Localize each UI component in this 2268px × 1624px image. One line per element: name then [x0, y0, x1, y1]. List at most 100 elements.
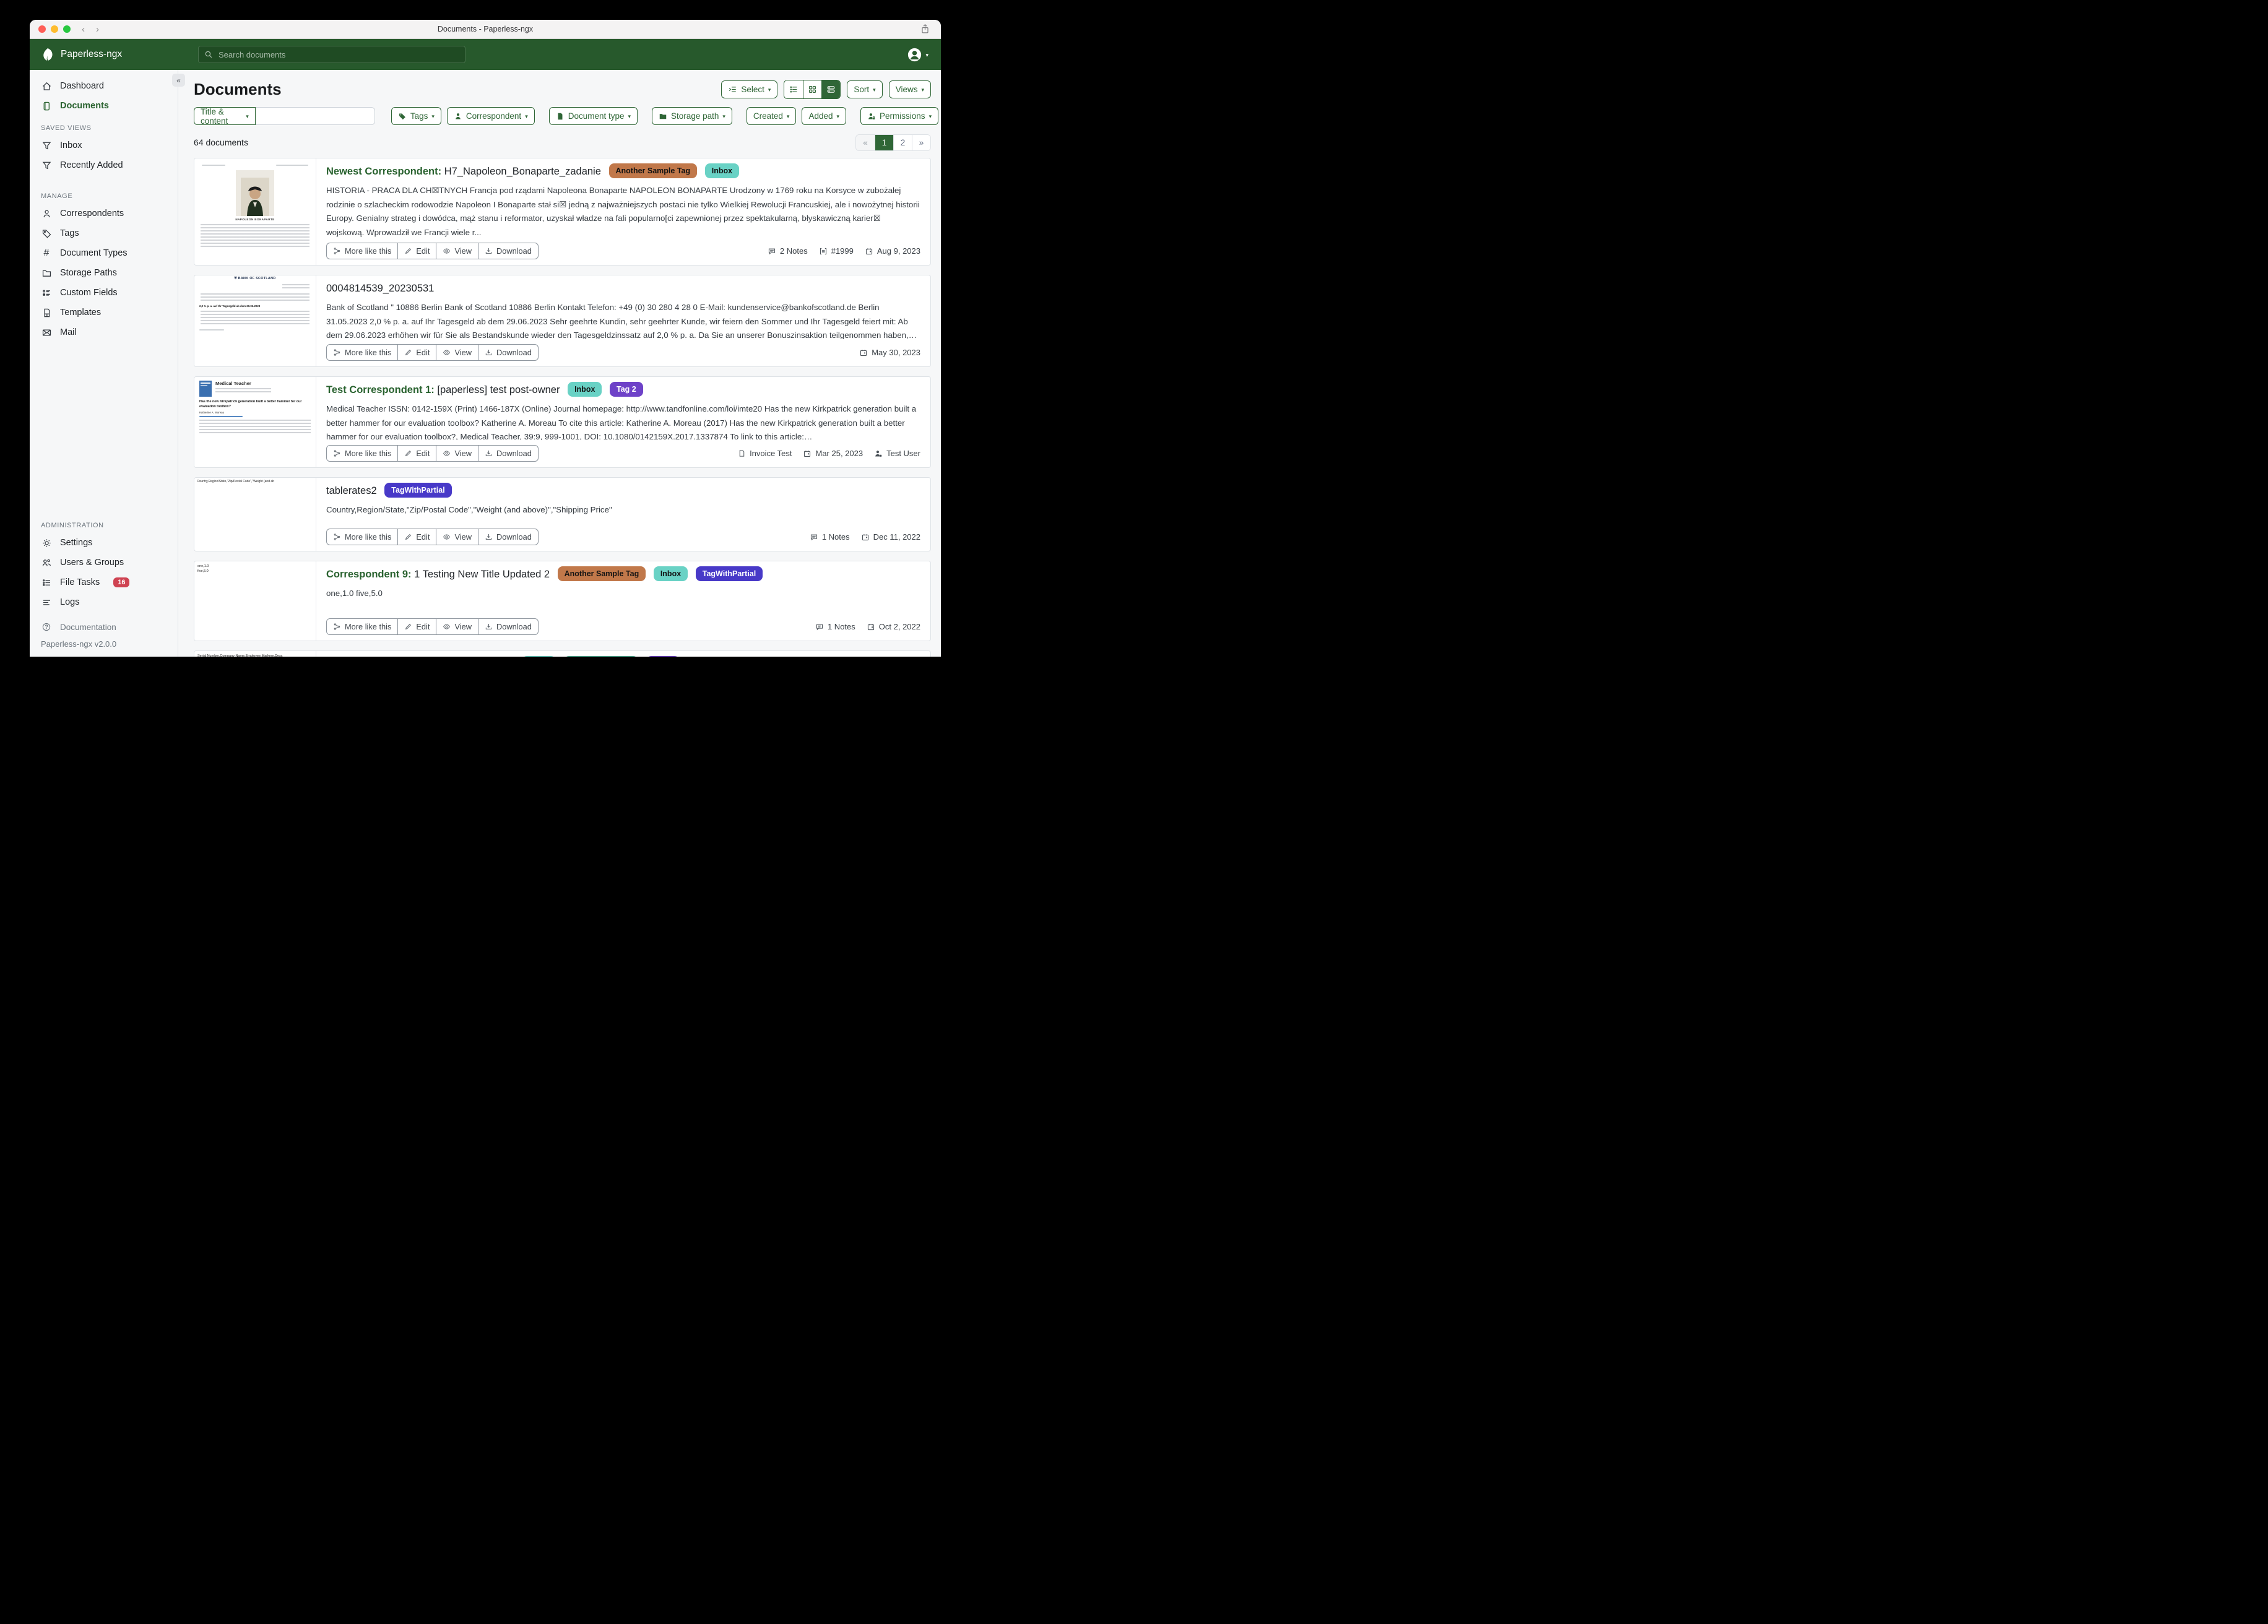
- document-card[interactable]: ⛨ BANK OF SCOTLAND 2,0 % p. a. auf Ihr T…: [194, 275, 931, 367]
- view-list-button[interactable]: [784, 80, 803, 98]
- document-correspondent[interactable]: Newest Correspondent:: [326, 166, 441, 177]
- document-card[interactable]: Serial Number,Company Name,Employee Mark…: [194, 650, 931, 657]
- tag-pill[interactable]: Inbox: [705, 163, 739, 178]
- document-title[interactable]: Test Correspondent 1: [paperless] test p…: [326, 383, 920, 398]
- sidebar-item-file-tasks[interactable]: File Tasks 16: [30, 572, 178, 592]
- permissions-filter-button[interactable]: Permissions ▾: [860, 107, 938, 125]
- pagination-page-2[interactable]: 2: [893, 135, 912, 150]
- sidebar-item-tags[interactable]: Tags: [30, 223, 178, 243]
- sidebar-item-label: Documentation: [60, 623, 116, 632]
- brand[interactable]: Paperless-ngx: [30, 48, 178, 61]
- download-button[interactable]: Download: [478, 344, 539, 361]
- views-button[interactable]: Views ▾: [889, 80, 931, 98]
- sidebar-item-logs[interactable]: Logs: [30, 592, 178, 612]
- tag-pill[interactable]: New Sample Tag: [564, 656, 638, 657]
- download-button[interactable]: Download: [478, 529, 539, 545]
- user-menu[interactable]: ▾: [907, 47, 928, 63]
- view-button[interactable]: View: [436, 243, 478, 259]
- sidebar-item-dashboard[interactable]: Dashboard: [30, 76, 178, 96]
- edit-button[interactable]: Edit: [397, 445, 436, 462]
- document-card[interactable]: NAPOLEON BONAPARTE Newest Correspondent:…: [194, 158, 931, 266]
- view-button[interactable]: View: [436, 618, 478, 635]
- document-title[interactable]: 0004814539_20230531: [326, 282, 920, 296]
- global-search[interactable]: [198, 46, 465, 63]
- tags-filter-button[interactable]: Tags ▾: [391, 107, 441, 125]
- document-card[interactable]: Country,Region/State,"Zip/Postal Code","…: [194, 477, 931, 551]
- document-correspondent[interactable]: Correspondent 9:: [326, 569, 412, 580]
- thumb-text-lines: [199, 420, 311, 433]
- document-thumbnail[interactable]: one,1.0 five,5.0: [194, 561, 316, 641]
- download-button[interactable]: Download: [478, 243, 539, 259]
- tag-pill[interactable]: TagWithPartial: [384, 483, 451, 498]
- edit-button[interactable]: Edit: [397, 344, 436, 361]
- select-button[interactable]: Select ▾: [721, 80, 777, 98]
- view-grid-button[interactable]: [803, 80, 821, 98]
- document-thumbnail[interactable]: ⛨ BANK OF SCOTLAND 2,0 % p. a. auf Ihr T…: [194, 275, 316, 366]
- added-filter-button[interactable]: Added ▾: [802, 107, 846, 125]
- view-button[interactable]: View: [436, 529, 478, 545]
- more-like-this-button[interactable]: More like this: [326, 618, 398, 635]
- title-content-input[interactable]: [256, 107, 375, 125]
- sidebar-item-recently-added[interactable]: Recently Added: [30, 155, 178, 175]
- sort-button[interactable]: Sort ▾: [847, 80, 882, 98]
- person-icon: [41, 208, 52, 219]
- view-button[interactable]: View: [436, 445, 478, 462]
- tag-pill[interactable]: Inbox: [522, 656, 556, 657]
- document-title[interactable]: tablerates2 TagWithPartial: [326, 484, 920, 499]
- notes-meta[interactable]: 1 Notes: [815, 622, 855, 631]
- view-details-button[interactable]: [821, 80, 840, 98]
- view-button[interactable]: View: [436, 344, 478, 361]
- sidebar-item-users-groups[interactable]: Users & Groups: [30, 553, 178, 572]
- document-title[interactable]: Correspondent 9: 1 Testing New Title Upd…: [326, 568, 920, 582]
- document-thumbnail[interactable]: Medical Teacher Has the new Kirkpatrick …: [194, 377, 316, 467]
- more-like-this-button[interactable]: More like this: [326, 529, 398, 545]
- document-card[interactable]: Medical Teacher Has the new Kirkpatrick …: [194, 376, 931, 468]
- sidebar-item-settings[interactable]: Settings: [30, 533, 178, 553]
- sidebar-item-documents[interactable]: Documents: [30, 96, 178, 116]
- tag-pill[interactable]: TagWithPartial: [696, 566, 763, 581]
- tag-pill[interactable]: Inbox: [654, 566, 688, 581]
- correspondent-filter-button[interactable]: Correspondent ▾: [447, 107, 535, 125]
- tag-pill[interactable]: Inbox: [568, 382, 602, 397]
- download-button[interactable]: Download: [478, 445, 539, 462]
- sidebar-item-custom-fields[interactable]: Custom Fields: [30, 283, 178, 303]
- tag-pill[interactable]: Another Sample Tag: [609, 163, 698, 178]
- edit-button[interactable]: Edit: [397, 529, 436, 545]
- sidebar-item-correspondents[interactable]: Correspondents: [30, 204, 178, 223]
- document-thumbnail[interactable]: NAPOLEON BONAPARTE: [194, 158, 316, 265]
- tag-pill[interactable]: Another Sample Tag: [558, 566, 646, 581]
- edit-button[interactable]: Edit: [397, 243, 436, 259]
- sidebar-collapse-button[interactable]: «: [172, 74, 185, 87]
- pagination-page-1[interactable]: 1: [875, 135, 893, 150]
- sidebar-item-templates[interactable]: Templates: [30, 303, 178, 322]
- tag-pill[interactable]: Tag 2: [646, 656, 680, 657]
- more-like-this-button[interactable]: More like this: [326, 344, 398, 361]
- edit-button[interactable]: Edit: [397, 618, 436, 635]
- pagination-prev-button[interactable]: «: [856, 135, 875, 150]
- document-name: 0004814539_20230531: [326, 283, 434, 294]
- share-icon[interactable]: [920, 24, 930, 34]
- more-like-this-button[interactable]: More like this: [326, 445, 398, 462]
- pagination-next-button[interactable]: »: [912, 135, 930, 150]
- document-card[interactable]: one,1.0 five,5.0 Correspondent 9: 1 Test…: [194, 561, 931, 641]
- sidebar-item-mail[interactable]: Mail: [30, 322, 178, 342]
- sidebar-item-inbox[interactable]: Inbox: [30, 136, 178, 155]
- created-filter-button[interactable]: Created ▾: [747, 107, 797, 125]
- document-type-filter-button[interactable]: Document type ▾: [549, 107, 638, 125]
- document-thumbnail[interactable]: Serial Number,Company Name,Employee Mark…: [194, 651, 316, 657]
- document-thumbnail[interactable]: Country,Region/State,"Zip/Postal Code","…: [194, 478, 316, 551]
- notes-meta[interactable]: 1 Notes: [810, 532, 850, 542]
- tag-pill[interactable]: Tag 2: [610, 382, 643, 397]
- search-input[interactable]: [217, 50, 459, 60]
- document-correspondent[interactable]: Test Correspondent 1:: [326, 384, 435, 395]
- thumb-text: five,5.0: [194, 569, 316, 574]
- sidebar-item-documentation[interactable]: Documentation: [30, 618, 178, 636]
- title-content-dropdown[interactable]: Title & content ▾: [194, 107, 256, 125]
- document-title[interactable]: Newest Correspondent: H7_Napoleon_Bonapa…: [326, 165, 920, 179]
- download-button[interactable]: Download: [478, 618, 539, 635]
- sidebar-item-document-types[interactable]: # Document Types: [30, 243, 178, 263]
- storage-path-filter-button[interactable]: Storage path ▾: [652, 107, 732, 125]
- more-like-this-button[interactable]: More like this: [326, 243, 398, 259]
- notes-meta[interactable]: 2 Notes: [768, 246, 808, 256]
- sidebar-item-storage-paths[interactable]: Storage Paths: [30, 263, 178, 283]
